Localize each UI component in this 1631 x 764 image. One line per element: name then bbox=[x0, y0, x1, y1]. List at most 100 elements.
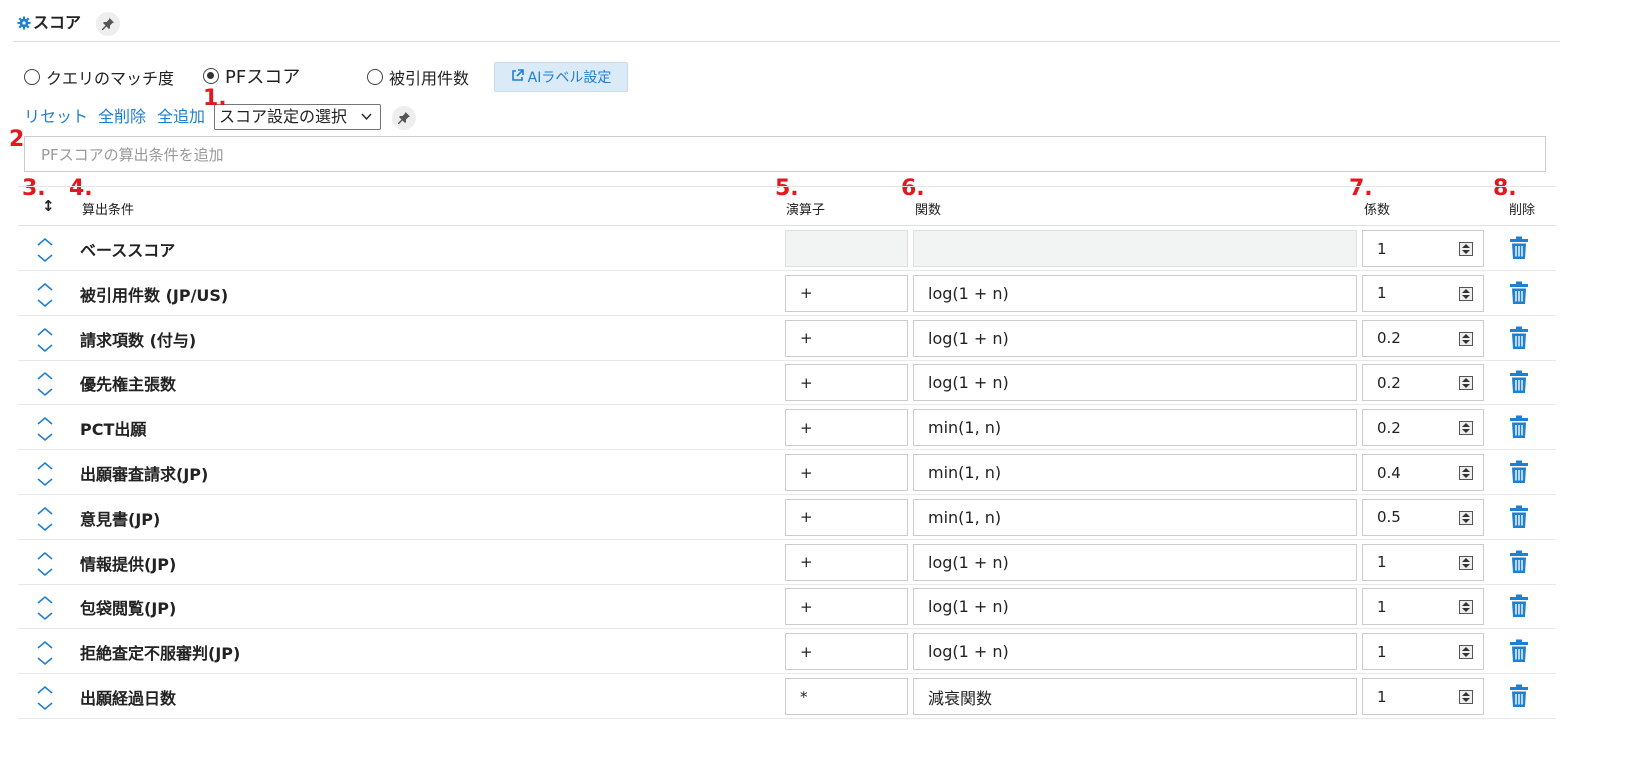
condition-name: 優先権主張数 bbox=[80, 375, 177, 395]
radio-citation-count[interactable]: 被引用件数 bbox=[367, 65, 469, 89]
coefficient-input[interactable]: 1 bbox=[1362, 543, 1484, 581]
operator-input[interactable]: + bbox=[785, 454, 908, 491]
spinner-icon[interactable] bbox=[1459, 645, 1473, 660]
reorder-handle-icon[interactable] bbox=[36, 281, 54, 309]
trash-icon[interactable] bbox=[1509, 326, 1529, 350]
function-select[interactable]: 減衰関数 bbox=[913, 678, 1357, 715]
coefficient-input[interactable]: 1 bbox=[1362, 633, 1484, 671]
reorder-handle-icon[interactable] bbox=[36, 505, 54, 533]
operator-input[interactable]: + bbox=[785, 543, 908, 581]
operator-input[interactable]: + bbox=[785, 274, 908, 312]
function-select[interactable]: log(1 + n) bbox=[913, 364, 1357, 402]
reorder-handle-icon[interactable] bbox=[36, 639, 54, 667]
operator-header: 演算子 bbox=[786, 203, 826, 218]
operator-input[interactable]: + bbox=[785, 588, 908, 626]
ai-label-settings-button[interactable]: AIラベル設定 bbox=[494, 62, 628, 92]
radio-query-match[interactable]: クエリのマッチ度 bbox=[24, 65, 174, 89]
trash-icon[interactable] bbox=[1509, 460, 1529, 484]
trash-icon[interactable] bbox=[1509, 505, 1529, 529]
coefficient-value: 1 bbox=[1377, 284, 1387, 303]
table-row: 請求項数 (付与) + log(1 + n) 0.2 bbox=[18, 316, 1556, 361]
radio-label: PFスコア bbox=[225, 67, 301, 88]
reorder-handle-icon[interactable] bbox=[36, 594, 54, 622]
trash-icon[interactable] bbox=[1509, 236, 1529, 260]
coefficient-input[interactable]: 0.2 bbox=[1362, 364, 1484, 402]
coefficient-input[interactable]: 0.4 bbox=[1362, 454, 1484, 491]
add-condition-input[interactable]: PFスコアの算出条件を追加 bbox=[24, 136, 1546, 172]
pin-button[interactable] bbox=[96, 12, 120, 36]
spinner-icon[interactable] bbox=[1459, 466, 1473, 480]
condition-name: PCT出願 bbox=[80, 420, 147, 440]
coefficient-input[interactable]: 0.2 bbox=[1362, 319, 1484, 357]
coefficient-value: 1 bbox=[1377, 239, 1387, 258]
score-setting-select[interactable]: スコア設定の選択 bbox=[214, 104, 381, 130]
radio-circle-selected[interactable] bbox=[203, 68, 219, 84]
radio-circle[interactable] bbox=[367, 69, 383, 85]
trash-icon[interactable] bbox=[1509, 594, 1529, 618]
reorder-handle-icon[interactable] bbox=[36, 370, 54, 398]
delete-all-link[interactable]: 全削除 bbox=[98, 107, 146, 127]
coefficient-value: 0.2 bbox=[1377, 418, 1401, 437]
radio-label: 被引用件数 bbox=[389, 69, 470, 88]
chevron-down-icon bbox=[361, 105, 372, 137]
coefficient-input[interactable]: 1 bbox=[1362, 678, 1484, 715]
function-select[interactable]: log(1 + n) bbox=[913, 633, 1357, 671]
sort-header: ↕ bbox=[42, 197, 55, 215]
pin-icon bbox=[398, 112, 410, 124]
table-row: 情報提供(JP) + log(1 + n) 1 bbox=[18, 540, 1556, 585]
spinner-icon[interactable] bbox=[1459, 286, 1473, 301]
trash-icon[interactable] bbox=[1509, 370, 1529, 394]
trash-icon[interactable] bbox=[1509, 281, 1529, 305]
spinner-icon[interactable] bbox=[1459, 376, 1473, 391]
operator-input[interactable]: + bbox=[785, 498, 908, 536]
function-select[interactable]: log(1 + n) bbox=[913, 319, 1357, 357]
trash-icon[interactable] bbox=[1509, 550, 1529, 574]
reorder-handle-icon[interactable] bbox=[36, 684, 54, 712]
function-select[interactable]: min(1, n) bbox=[913, 454, 1357, 491]
operator-input[interactable]: + bbox=[785, 364, 908, 402]
coefficient-input[interactable]: 0.5 bbox=[1362, 498, 1484, 536]
spinner-icon[interactable] bbox=[1459, 600, 1473, 615]
trash-icon[interactable] bbox=[1509, 684, 1529, 708]
reset-link[interactable]: リセット bbox=[24, 107, 88, 127]
coefficient-input[interactable]: 1 bbox=[1362, 230, 1484, 267]
condition-name: 拒絶査定不服審判(JP) bbox=[80, 644, 241, 664]
coefficient-header: 係数 bbox=[1364, 203, 1391, 218]
radio-circle[interactable] bbox=[24, 69, 40, 85]
reorder-handle-icon[interactable] bbox=[36, 415, 54, 443]
function-select[interactable]: log(1 + n) bbox=[913, 274, 1357, 312]
function-select[interactable]: log(1 + n) bbox=[913, 543, 1357, 581]
condition-name: 包袋閲覧(JP) bbox=[80, 599, 177, 619]
trash-icon[interactable] bbox=[1509, 639, 1529, 663]
spinner-icon[interactable] bbox=[1459, 555, 1473, 570]
spinner-icon[interactable] bbox=[1459, 331, 1473, 346]
add-all-link[interactable]: 全追加 bbox=[157, 107, 205, 127]
reorder-handle-icon[interactable] bbox=[36, 550, 54, 578]
operator-input[interactable]: + bbox=[785, 633, 908, 671]
function-select[interactable]: log(1 + n) bbox=[913, 588, 1357, 626]
coefficient-input[interactable]: 1 bbox=[1362, 588, 1484, 626]
marker-4: 4. bbox=[69, 176, 93, 201]
table-row: PCT出願 + min(1, n) 0.2 bbox=[18, 405, 1556, 451]
trash-icon[interactable] bbox=[1509, 415, 1529, 439]
function-select[interactable]: min(1, n) bbox=[913, 498, 1357, 536]
coefficient-value: 1 bbox=[1377, 553, 1387, 572]
operator-input[interactable]: * bbox=[785, 678, 908, 715]
table-row: 被引用件数 (JP/US) + log(1 + n) 1 bbox=[18, 271, 1556, 316]
spinner-icon[interactable] bbox=[1459, 242, 1473, 256]
reorder-handle-icon[interactable] bbox=[36, 236, 54, 264]
condition-name: 出願審査請求(JP) bbox=[80, 465, 209, 484]
operator-input[interactable]: + bbox=[785, 319, 908, 357]
operator-input[interactable]: + bbox=[785, 409, 908, 447]
score-setting-pin-button[interactable] bbox=[392, 106, 416, 130]
coefficient-input[interactable]: 1 bbox=[1362, 274, 1484, 312]
reorder-handle-icon[interactable] bbox=[36, 460, 54, 488]
delete-header: 削除 bbox=[1509, 203, 1536, 218]
spinner-icon[interactable] bbox=[1459, 510, 1473, 525]
function-select[interactable]: min(1, n) bbox=[913, 409, 1357, 447]
spinner-icon[interactable] bbox=[1459, 421, 1473, 436]
coefficient-input[interactable]: 0.2 bbox=[1362, 409, 1484, 447]
reorder-handle-icon[interactable] bbox=[36, 326, 54, 354]
table-row: 拒絶査定不服審判(JP) + log(1 + n) 1 bbox=[18, 629, 1556, 675]
spinner-icon[interactable] bbox=[1459, 690, 1473, 704]
